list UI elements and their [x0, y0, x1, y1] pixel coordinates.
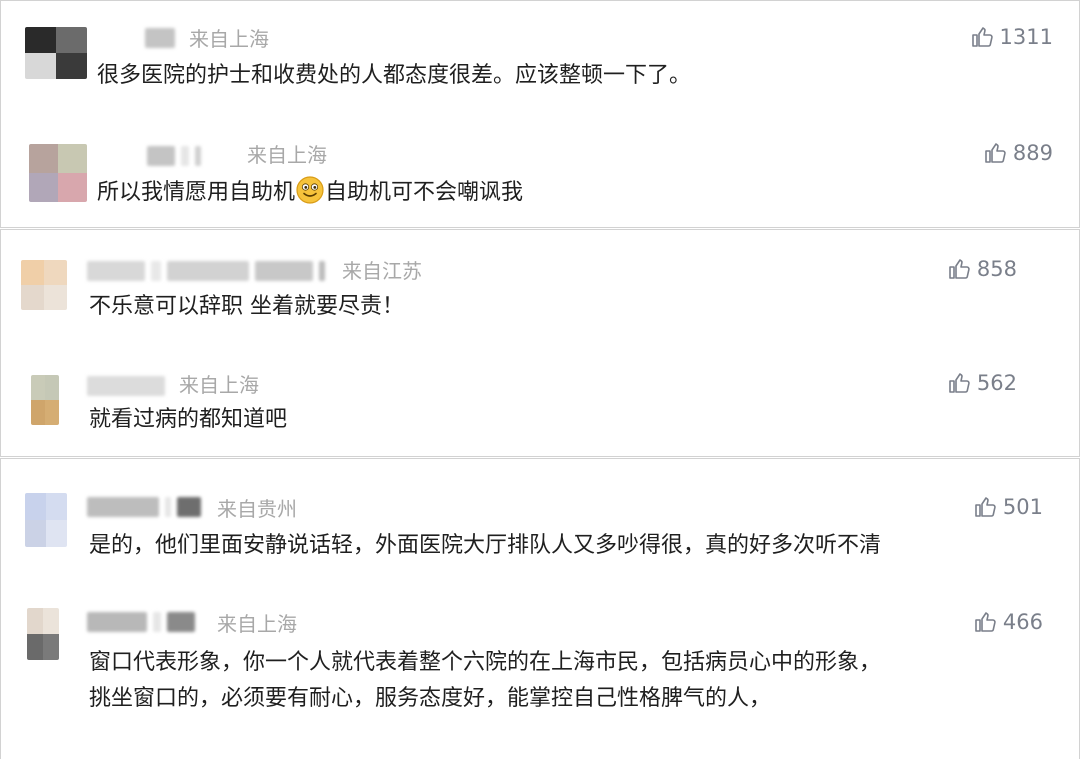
comment-text: 是的，他们里面安静说话轻，外面医院大厅排队人又多吵得很，真的好多次听不清 — [89, 533, 882, 558]
thumbs-up-icon — [971, 27, 993, 47]
like-count: 889 — [1012, 141, 1053, 165]
location-label: 来自江苏 — [342, 259, 422, 283]
like-button[interactable]: 466 — [973, 610, 1043, 634]
username-blurred[interactable] — [145, 28, 175, 48]
username-blurred[interactable] — [147, 146, 201, 166]
comment-text: 不乐意可以辞职 坐着就要尽责！ — [89, 294, 404, 319]
thumbs-up-icon — [975, 612, 996, 632]
comment-item: 来自上海 562 就看过病的都知道吧 — [1, 343, 1079, 456]
username-blurred[interactable] — [87, 612, 195, 632]
location-label: 来自上海 — [247, 143, 327, 167]
comment-panel-2: 来自江苏 858 不乐意可以辞职 坐着就要尽责！ 来自上海 562 就看过病的都… — [0, 229, 1080, 457]
like-button[interactable]: 858 — [947, 257, 1017, 281]
thumbs-up-icon — [975, 497, 996, 517]
like-button[interactable]: 562 — [947, 371, 1017, 395]
comment-item: 来自上海 466 窗口代表形象，你一个人就代表着整个六院的在上海市民，包括病员心… — [1, 572, 1079, 752]
like-count: 501 — [1002, 495, 1043, 519]
comment-text: 所以我情愿用自助机 自助机可不会嘲讽我 — [97, 175, 523, 209]
username-blurred[interactable] — [87, 497, 201, 517]
username-blurred[interactable] — [87, 376, 165, 396]
username-blurred[interactable] — [87, 261, 325, 281]
like-button[interactable]: 501 — [973, 495, 1043, 519]
comment-item: 来自上海 889 所以我情愿用自助机 自助机可不会嘲讽我 — [1, 114, 1079, 227]
comment-panel-3: 来自贵州 501 是的，他们里面安静说话轻，外面医院大厅排队人又多吵得很，真的好… — [0, 458, 1080, 759]
comment-text-part: 所以我情愿用自助机 — [97, 180, 296, 205]
comment-item: 来自江苏 858 不乐意可以辞职 坐着就要尽责！ — [1, 230, 1079, 343]
like-count: 858 — [976, 257, 1017, 281]
avatar[interactable] — [29, 144, 87, 202]
comment-text-line-1: 窗口代表形象，你一个人就代表着整个六院的在上海市民，包括病员心中的形象， — [89, 650, 882, 675]
location-label: 来自上海 — [179, 373, 259, 397]
like-count: 562 — [976, 371, 1017, 395]
comment-item: 来自贵州 501 是的，他们里面安静说话轻，外面医院大厅排队人又多吵得很，真的好… — [1, 459, 1079, 572]
comment-text: 很多医院的护士和收费处的人都态度很差。应该整顿一下了。 — [97, 63, 692, 88]
avatar[interactable] — [25, 27, 87, 79]
smiling-face-emoji — [296, 176, 324, 204]
avatar[interactable] — [21, 260, 67, 310]
comment-item: 来自上海 1311 很多医院的护士和收费处的人都态度很差。应该整顿一下了。 — [1, 1, 1079, 114]
avatar[interactable] — [25, 493, 67, 547]
like-count: 1311 — [999, 25, 1053, 49]
like-button[interactable]: 1311 — [970, 25, 1053, 49]
location-label: 来自上海 — [189, 27, 269, 51]
comment-text-line-2: 挑坐窗口的，必须要有耐心，服务态度好，能掌控自己性格脾气的人， — [89, 686, 772, 711]
like-button[interactable]: 889 — [983, 141, 1053, 165]
comment-text: 就看过病的都知道吧 — [89, 407, 288, 432]
thumbs-up-icon — [949, 259, 970, 279]
thumbs-up-icon — [949, 373, 970, 393]
location-label: 来自贵州 — [217, 497, 297, 521]
thumbs-up-icon — [985, 143, 1006, 163]
avatar[interactable] — [27, 608, 59, 660]
like-count: 466 — [1002, 610, 1043, 634]
avatar[interactable] — [31, 375, 59, 425]
comment-text-part: 自助机可不会嘲讽我 — [325, 180, 524, 205]
comment-panel-1: 来自上海 1311 很多医院的护士和收费处的人都态度很差。应该整顿一下了。 来自… — [0, 0, 1080, 228]
location-label: 来自上海 — [217, 612, 297, 636]
